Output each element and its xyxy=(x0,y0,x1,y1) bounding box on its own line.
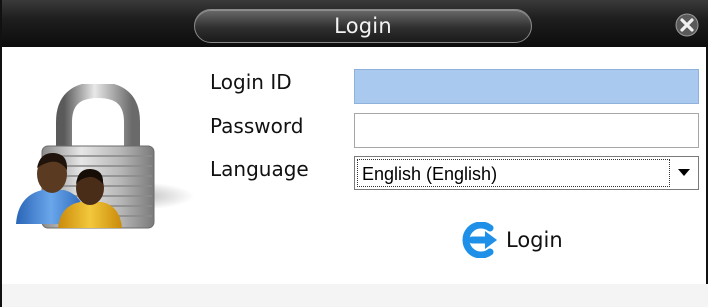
login-button[interactable]: Login xyxy=(460,220,610,260)
close-button[interactable] xyxy=(674,12,700,38)
lock-users-icon xyxy=(14,81,196,234)
language-selected-value: English (English) xyxy=(357,159,670,187)
close-icon xyxy=(675,13,699,37)
language-select[interactable]: English (English) xyxy=(354,156,699,190)
window-title: Login xyxy=(334,14,392,38)
login-window: Login Login ID Password Language English… xyxy=(0,0,708,307)
password-label: Password xyxy=(210,114,304,138)
login-arrow-icon xyxy=(462,222,497,258)
title-bar[interactable]: Login xyxy=(2,0,708,47)
login-id-label: Login ID xyxy=(210,70,292,94)
language-label: Language xyxy=(210,157,309,181)
password-field[interactable] xyxy=(354,113,699,148)
dropdown-arrow-icon[interactable] xyxy=(672,159,696,187)
login-button-label: Login xyxy=(506,228,563,252)
title-pill: Login xyxy=(194,9,532,43)
login-id-field[interactable] xyxy=(354,69,699,104)
footer-bar xyxy=(2,284,708,307)
